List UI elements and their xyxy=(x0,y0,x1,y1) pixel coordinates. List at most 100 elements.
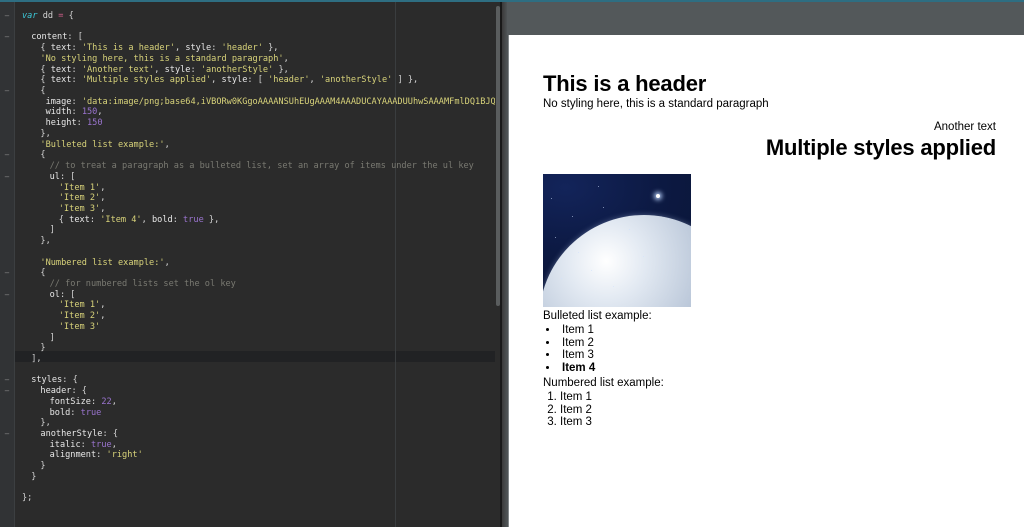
code-token: : xyxy=(71,96,82,107)
fold-toggle-icon[interactable]: − xyxy=(3,430,11,438)
code-token: , xyxy=(100,300,106,311)
code-line: width: 150, xyxy=(14,107,500,118)
code-token: : xyxy=(80,439,91,450)
code-token: ul xyxy=(49,171,60,182)
code-token: header xyxy=(40,386,72,397)
editor-code-text[interactable]: var dd = { content: [{ text: 'This is a … xyxy=(14,11,500,504)
code-token: style xyxy=(221,75,248,86)
code-token: { xyxy=(40,43,51,54)
code-token: } xyxy=(40,343,46,354)
fold-toggle-icon[interactable]: − xyxy=(3,12,11,20)
code-token: }, xyxy=(40,236,51,247)
fold-toggle-icon[interactable]: − xyxy=(3,33,11,41)
code-line: bold: true xyxy=(14,408,500,419)
list-item: Item 2 xyxy=(560,404,996,417)
document-page: This is a header No styling here, this i… xyxy=(509,35,1024,527)
code-token: : xyxy=(91,396,102,407)
pane-splitter-handle[interactable] xyxy=(500,0,507,527)
code-token: bold xyxy=(151,214,173,225)
code-token: var xyxy=(22,11,43,21)
fold-toggle-icon[interactable]: − xyxy=(3,387,11,395)
code-line: 'Numbered list example:', xyxy=(14,258,500,269)
code-line: { xyxy=(14,86,500,97)
list-item: Item 2 xyxy=(559,337,996,350)
fold-toggle-icon[interactable]: − xyxy=(3,87,11,95)
code-line: } xyxy=(14,343,500,354)
code-token: , xyxy=(100,203,106,214)
preview-toolbar[interactable] xyxy=(507,2,1024,36)
code-token: 'Another text' xyxy=(81,64,155,75)
code-token: , xyxy=(309,75,320,86)
code-token: text xyxy=(50,43,72,54)
fold-toggle-icon[interactable]: − xyxy=(3,269,11,277)
code-token: { xyxy=(40,75,51,86)
fold-toggle-icon[interactable]: − xyxy=(3,376,11,384)
code-token: // to treat a paragraph as a bulleted li… xyxy=(49,161,474,172)
preview-scroll-area[interactable]: This is a header No styling here, this i… xyxy=(507,35,1024,527)
editor-gutter[interactable]: − − − − − − − − − − xyxy=(0,0,15,527)
code-token: , xyxy=(154,64,165,75)
code-line: { text: 'Item 4', bold: true }, xyxy=(14,215,500,226)
fold-toggle-icon[interactable]: − xyxy=(3,151,11,159)
code-token: }, xyxy=(262,43,279,54)
code-token: 'data:image/png;base64,iVBORw0KGgoAAAANS… xyxy=(81,96,500,107)
code-token: // for numbered lists set the ol key xyxy=(49,278,236,289)
code-token: image xyxy=(45,96,72,107)
code-line: italic: true, xyxy=(14,440,500,451)
code-line: 'Item 3', xyxy=(14,204,500,215)
code-token: }, xyxy=(40,128,51,139)
code-token: fontSize xyxy=(49,396,91,407)
list-item: Item 4 xyxy=(559,362,996,375)
fold-toggle-icon[interactable]: − xyxy=(3,173,11,181)
doc-multiple-styles-text: Multiple styles applied xyxy=(765,135,996,160)
code-token: , xyxy=(100,193,106,204)
code-token: }, xyxy=(203,214,220,225)
list-item: Item 3 xyxy=(559,349,996,362)
code-token: true xyxy=(183,214,204,225)
code-token: 'Multiple styles applied' xyxy=(81,75,212,86)
code-token: { xyxy=(40,64,51,75)
code-token: alignment xyxy=(49,450,97,461)
code-token: , xyxy=(211,75,222,86)
code-token: ol xyxy=(49,289,60,300)
code-line: height: 150 xyxy=(14,118,500,129)
fold-toggle-icon[interactable]: − xyxy=(3,291,11,299)
code-token: { xyxy=(58,214,70,225)
code-token: , xyxy=(100,311,106,322)
code-token: : xyxy=(71,43,82,54)
code-token: : { xyxy=(62,375,78,386)
code-line: // for numbered lists set the ol key xyxy=(14,279,500,290)
code-line: { xyxy=(14,268,500,279)
night-sky-moon-image xyxy=(543,174,691,307)
code-token: 'This is a header' xyxy=(81,43,175,54)
code-token: 'Item 4' xyxy=(100,214,142,225)
code-editor-pane[interactable]: − − − − − − − − − − var dd = { content: [{ text: … xyxy=(0,0,500,527)
code-line: image: 'data:image/png;base64,iVBORw0KGg… xyxy=(14,97,500,108)
code-token: : { xyxy=(71,386,87,397)
code-token: style xyxy=(164,64,191,75)
doc-paragraph-text: No styling here, this is a standard para… xyxy=(543,98,769,110)
code-token: : xyxy=(71,64,82,75)
code-token: text xyxy=(50,75,72,86)
code-token: 'Item 3' xyxy=(58,203,101,214)
code-line: { text: 'Multiple styles applied', style… xyxy=(14,75,500,86)
code-token: : xyxy=(211,43,222,54)
code-line: 'Item 2', xyxy=(14,311,500,322)
code-token: { xyxy=(40,268,46,279)
code-token: true xyxy=(80,407,102,418)
code-token: : xyxy=(71,107,82,118)
code-token: 'right' xyxy=(106,450,143,461)
code-line: { text: 'Another text', style: 'anotherS… xyxy=(14,65,500,76)
code-line: ol: [ xyxy=(14,290,500,301)
editor-vertical-scrollbar[interactable] xyxy=(495,2,500,527)
editor-scrollbar-thumb[interactable] xyxy=(496,6,500,306)
doc-bulleted-list: Item 1Item 2Item 3Item 4 xyxy=(543,324,996,374)
code-token: 'Item 3' xyxy=(58,321,101,332)
code-token: , xyxy=(283,53,289,64)
code-token: } xyxy=(31,471,37,482)
code-token: width xyxy=(45,107,72,118)
code-token: content xyxy=(31,32,68,43)
code-token: , xyxy=(164,257,170,268)
